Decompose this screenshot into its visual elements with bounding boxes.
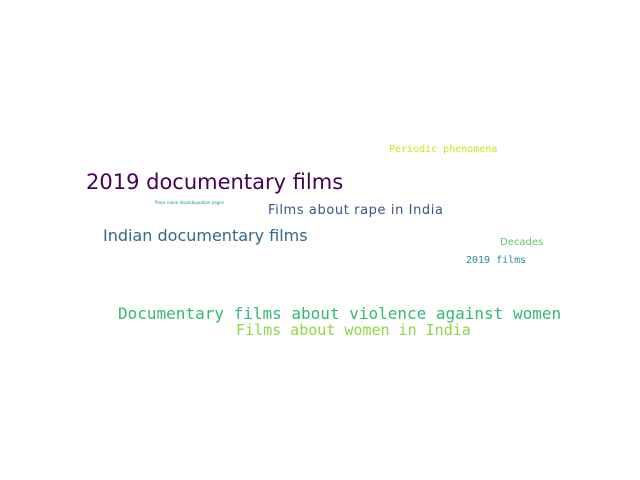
word-2019-documentary-films: 2019 documentary films [86, 170, 344, 194]
word-2019-films: 2019 films [466, 255, 527, 266]
word-films-about-women-in-india: Films about women in India [236, 321, 471, 339]
word-cloud: Periodic phenomena 2019 documentary film… [0, 0, 640, 480]
word-place-name-disambiguation-pages: Place name disambiguation pages [155, 200, 224, 205]
word-films-about-rape-in-india: Films about rape in India [268, 203, 444, 218]
word-periodic-phenomena: Periodic phenomena [389, 144, 498, 155]
word-documentary-films-about-violence-against-women: Documentary films about violence against… [118, 304, 562, 323]
word-decades: Decades [500, 237, 544, 248]
word-indian-documentary-films: Indian documentary films [103, 226, 308, 245]
